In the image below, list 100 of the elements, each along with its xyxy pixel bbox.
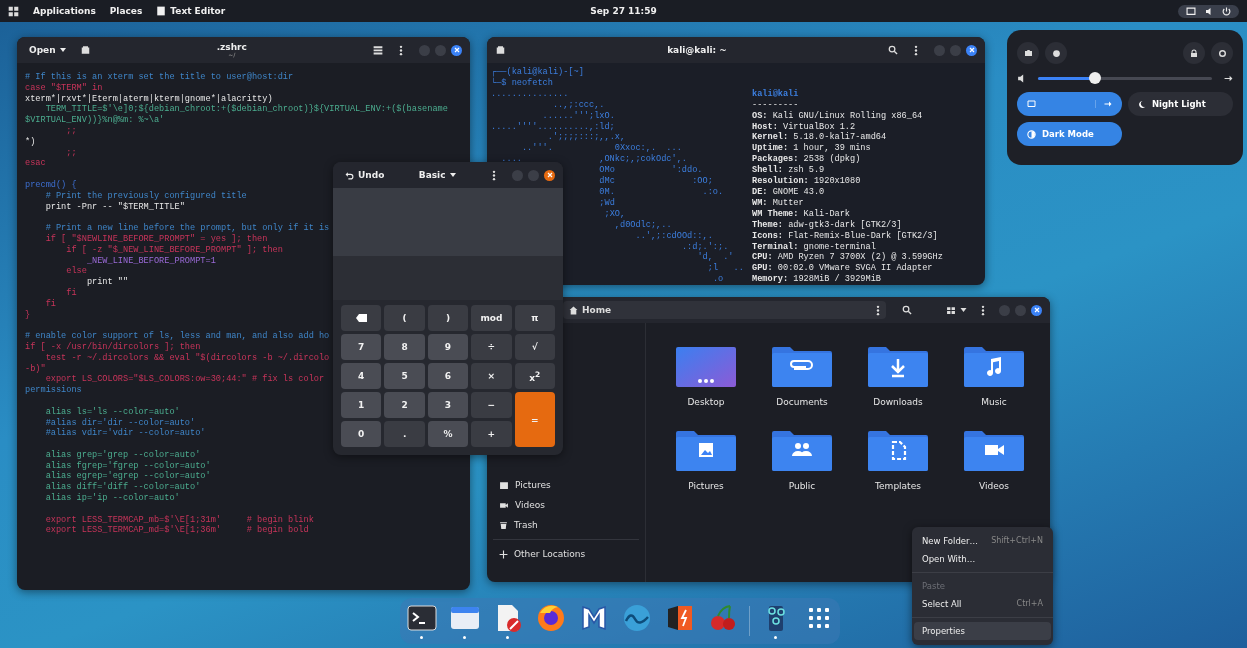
calculator-key[interactable]: 8 bbox=[384, 334, 425, 360]
power-button[interactable] bbox=[1211, 42, 1233, 64]
code-line: esac bbox=[25, 158, 46, 170]
calculator-key[interactable]: 0 bbox=[341, 421, 382, 447]
calculator-key[interactable]: ÷ bbox=[471, 334, 512, 360]
more-icon bbox=[399, 44, 403, 56]
close-button[interactable] bbox=[966, 44, 977, 56]
settings-button[interactable] bbox=[1045, 42, 1067, 64]
folder-item[interactable]: Desktop bbox=[660, 347, 752, 431]
code-line: if [ -x /usr/bin/dircolors ]; then bbox=[25, 341, 201, 353]
system-info-line: Kernel: 5.18.0-kali7-amd64 bbox=[752, 132, 887, 143]
calculator-key[interactable]: 5 bbox=[384, 363, 425, 389]
folder-item[interactable]: Pictures bbox=[660, 431, 752, 515]
templates-folder-icon bbox=[868, 431, 928, 471]
ascii-art-line: dMc :OO; bbox=[599, 176, 713, 187]
sidebar-item[interactable]: Other Locations bbox=[487, 544, 645, 564]
code-line: alias ls='ls --color=auto' bbox=[44, 406, 180, 418]
calculator-key[interactable]: 9 bbox=[427, 334, 469, 360]
system-info-line: Terminal: gnome-terminal bbox=[752, 241, 876, 252]
display-toggle[interactable] bbox=[1017, 92, 1122, 116]
moon-icon bbox=[1138, 99, 1146, 109]
folder-item[interactable]: Music bbox=[948, 347, 1040, 431]
calculator-key[interactable]: π bbox=[514, 305, 555, 331]
screenshot-button[interactable] bbox=[1017, 42, 1039, 64]
close-button[interactable] bbox=[451, 44, 462, 56]
app-menu[interactable]: Text Editor bbox=[170, 6, 226, 16]
open-button[interactable]: Open bbox=[25, 43, 70, 57]
trash-icon bbox=[499, 520, 508, 530]
command-line: └─$ neofetch bbox=[491, 77, 553, 89]
folder-item[interactable]: Videos bbox=[948, 431, 1040, 515]
calculator-key[interactable]: 7 bbox=[341, 334, 382, 360]
new-tab-icon bbox=[495, 45, 506, 55]
folder-item[interactable]: Documents bbox=[756, 347, 848, 431]
menu-item[interactable]: Select All Ctrl+A bbox=[914, 595, 1051, 613]
code-line: -b)" bbox=[25, 363, 46, 375]
ascii-art-line: ..'''. 0Xxoc:,. ... bbox=[521, 143, 682, 154]
top-bar-menu[interactable]: Places bbox=[109, 6, 143, 16]
calculator-key[interactable]: 1 bbox=[341, 392, 382, 418]
sidebar-item[interactable]: Trash bbox=[487, 515, 645, 535]
underline-rule: --------- bbox=[752, 99, 799, 111]
close-button[interactable] bbox=[1031, 304, 1042, 316]
calculator-key[interactable]: 2 bbox=[384, 392, 425, 418]
code-line: precmd() { bbox=[25, 179, 77, 191]
ascii-art-line: 'd, .' bbox=[697, 252, 734, 263]
code-line: #alias vdir='vdir --color=auto' bbox=[44, 428, 206, 440]
clock[interactable]: Sep 27 11:59 bbox=[590, 6, 657, 16]
calculator-key[interactable]: mod bbox=[471, 305, 512, 331]
undo-button[interactable]: Undo bbox=[341, 168, 389, 182]
calculator-key[interactable]: ( bbox=[384, 305, 425, 331]
mode-dropdown[interactable]: Basic bbox=[414, 168, 460, 182]
ascii-art-line: .o bbox=[712, 274, 724, 285]
calculator-key[interactable]: ) bbox=[427, 305, 469, 331]
calculator-key[interactable]: 3 bbox=[427, 392, 469, 418]
code-line: _NEW_LINE_BEFORE_PROMPT=1 bbox=[85, 255, 216, 266]
calculator-key[interactable]: 4 bbox=[341, 363, 382, 389]
code-line: #alias dir='dir --color=auto' bbox=[44, 417, 196, 428]
music-folder-icon bbox=[964, 347, 1024, 387]
camera-icon bbox=[1023, 49, 1033, 57]
path-bar[interactable]: Home bbox=[563, 301, 886, 319]
folder-item[interactable]: Templates bbox=[852, 431, 944, 515]
system-tray[interactable] bbox=[1178, 4, 1239, 18]
close-button[interactable] bbox=[544, 169, 555, 181]
code-line: print -Pnr -- "$TERM_TITLE" bbox=[44, 201, 185, 213]
sidebar-item[interactable]: Pictures bbox=[487, 475, 645, 495]
app-grid-icon bbox=[806, 606, 831, 630]
shortcut-text: Ctrl+A bbox=[1016, 599, 1043, 609]
code-line: fi bbox=[44, 298, 56, 310]
ascii-art-line: ;XO, bbox=[604, 208, 626, 220]
calculator-key[interactable]: % bbox=[427, 421, 469, 447]
system-info-line: Icons: Flat-Remix-Blue-Dark [GTK2/3] bbox=[752, 230, 938, 242]
calculator-key[interactable]: 6 bbox=[427, 363, 469, 389]
toggle-button[interactable]: Dark Mode bbox=[1017, 122, 1122, 146]
shortcut-text: Shift+Ctrl+N bbox=[991, 536, 1043, 546]
backspace-key[interactable] bbox=[341, 305, 382, 331]
folder-item[interactable]: Public bbox=[756, 431, 848, 515]
code-line: # Print a new line before the prompt, but only if it is bbox=[44, 223, 330, 234]
volume-slider[interactable] bbox=[1038, 72, 1212, 84]
code-line: } bbox=[25, 309, 31, 321]
menu-item[interactable]: Open With… bbox=[914, 550, 1051, 568]
calculator-key[interactable]: . bbox=[384, 421, 425, 447]
menu-item[interactable]: Properties bbox=[914, 622, 1051, 640]
code-line: export LS_COLORS="$LS_COLORS:ow=30;44:" # fix ls color bbox=[44, 374, 325, 385]
folder-item[interactable]: Downloads bbox=[852, 347, 944, 431]
ascii-art-line: .';;;;:::;,,.x, bbox=[547, 132, 626, 143]
code-line: *) bbox=[25, 136, 36, 148]
calculator-key[interactable]: − bbox=[471, 392, 512, 418]
system-info-line: Theme: adw-gtk3-dark [GTK2/3] bbox=[752, 219, 902, 231]
toggle-button[interactable]: Night Light bbox=[1128, 92, 1233, 116]
calculator-key[interactable]: x$^{2}$ bbox=[514, 363, 555, 389]
menu-item[interactable]: New Folder… Shift+Ctrl+N bbox=[914, 532, 1051, 550]
code-line: permissions bbox=[25, 385, 82, 396]
sidebar-item[interactable]: Videos bbox=[487, 495, 645, 515]
close-icon bbox=[1033, 307, 1040, 313]
top-bar-menu[interactable]: Applications bbox=[33, 6, 96, 16]
caret-icon bbox=[59, 48, 66, 52]
calculator-key[interactable]: + bbox=[471, 421, 512, 447]
documents-folder-icon bbox=[772, 347, 832, 387]
calculator-key[interactable]: × bbox=[471, 363, 512, 389]
lock-button[interactable] bbox=[1183, 42, 1205, 64]
calculator-key[interactable]: √ bbox=[514, 334, 555, 360]
